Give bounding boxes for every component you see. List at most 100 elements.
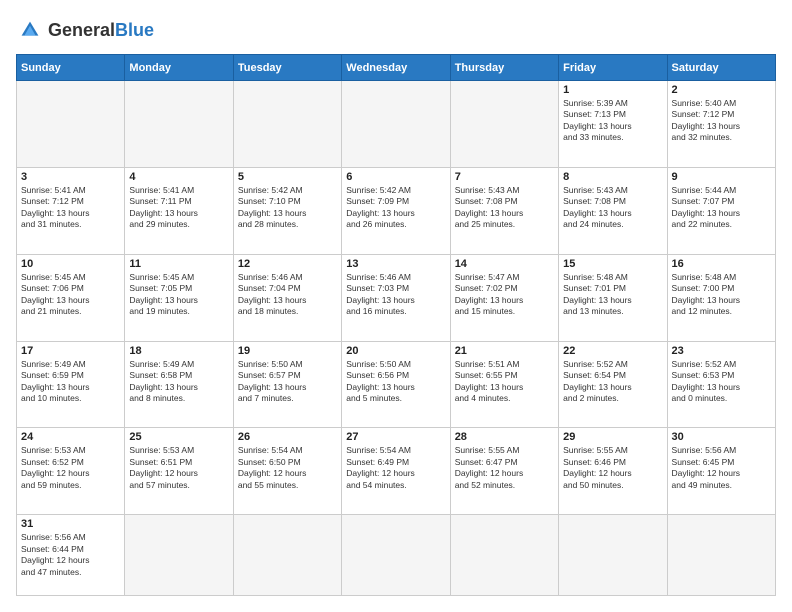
- week-row-5: 24 Sunrise: 5:53 AM Sunset: 6:52 PM Dayli…: [17, 428, 776, 515]
- calendar-cell: [125, 515, 233, 596]
- sun-info: Sunrise: 5:52 AM Sunset: 6:53 PM Dayligh…: [672, 359, 771, 405]
- generalblue-icon: [16, 16, 44, 44]
- day-number: 10: [21, 258, 120, 270]
- calendar-cell: 14Sunrise: 5:47 AM Sunset: 7:02 PM Dayli…: [450, 254, 558, 341]
- weekday-header-monday: Monday: [125, 55, 233, 81]
- calendar-cell: 21 Sunrise: 5:51 AM Sunset: 6:55 PM Dayli…: [450, 341, 558, 428]
- weekday-header-saturday: Saturday: [667, 55, 775, 81]
- sun-info: Sunrise: 5:56 AM Sunset: 6:45 PM Dayligh…: [672, 445, 771, 491]
- sun-info: Sunrise: 5:46 AM Sunset: 7:03 PM Dayligh…: [346, 272, 445, 318]
- sun-info: Sunrise: 5:55 AM Sunset: 6:47 PM Dayligh…: [455, 445, 554, 491]
- calendar-cell: [233, 81, 341, 168]
- sun-info: Sunrise: 5:45 AM Sunset: 7:05 PM Dayligh…: [129, 272, 228, 318]
- day-number: 20: [346, 345, 445, 357]
- day-number: 16: [672, 258, 771, 270]
- calendar-cell: [559, 515, 667, 596]
- calendar-cell: 24 Sunrise: 5:53 AM Sunset: 6:52 PM Dayli…: [17, 428, 125, 515]
- calendar-cell: 29 Sunrise: 5:55 AM Sunset: 6:46 PM Dayli…: [559, 428, 667, 515]
- calendar-cell: 8Sunrise: 5:43 AM Sunset: 7:08 PM Daylig…: [559, 167, 667, 254]
- sun-info: Sunrise: 5:56 AM Sunset: 6:44 PM Dayligh…: [21, 532, 120, 578]
- day-number: 12: [238, 258, 337, 270]
- calendar-cell: 7 Sunrise: 5:43 AM Sunset: 7:08 PM Daylig…: [450, 167, 558, 254]
- day-number: 11: [129, 258, 228, 270]
- day-number: 5: [238, 171, 337, 183]
- day-number: 17: [21, 345, 120, 357]
- day-number: 26: [238, 431, 337, 443]
- calendar-cell: 15 Sunrise: 5:48 AM Sunset: 7:01 PM Dayli…: [559, 254, 667, 341]
- calendar-cell: 30 Sunrise: 5:56 AM Sunset: 6:45 PM Dayli…: [667, 428, 775, 515]
- day-number: 22: [563, 345, 662, 357]
- calendar-cell: 16Sunrise: 5:48 AM Sunset: 7:00 PM Dayli…: [667, 254, 775, 341]
- calendar-cell: 6Sunrise: 5:42 AM Sunset: 7:09 PM Daylig…: [342, 167, 450, 254]
- logo: GeneralBlue: [16, 16, 154, 44]
- calendar-cell: 31 Sunrise: 5:56 AM Sunset: 6:44 PM Dayli…: [17, 515, 125, 596]
- sun-info: Sunrise: 5:48 AM Sunset: 7:01 PM Dayligh…: [563, 272, 662, 318]
- calendar-cell: [233, 515, 341, 596]
- sun-info: Sunrise: 5:43 AM Sunset: 7:08 PM Dayligh…: [455, 185, 554, 231]
- sun-info: Sunrise: 5:41 AM Sunset: 7:11 PM Dayligh…: [129, 185, 228, 231]
- calendar-cell: 12 Sunrise: 5:46 AM Sunset: 7:04 PM Dayli…: [233, 254, 341, 341]
- sun-info: Sunrise: 5:41 AM Sunset: 7:12 PM Dayligh…: [21, 185, 120, 231]
- header: GeneralBlue: [16, 16, 776, 44]
- sun-info: Sunrise: 5:54 AM Sunset: 6:50 PM Dayligh…: [238, 445, 337, 491]
- calendar-cell: 27Sunrise: 5:54 AM Sunset: 6:49 PM Dayli…: [342, 428, 450, 515]
- day-number: 2: [672, 84, 771, 96]
- calendar-cell: [667, 515, 775, 596]
- day-number: 30: [672, 431, 771, 443]
- day-number: 18: [129, 345, 228, 357]
- day-number: 23: [672, 345, 771, 357]
- sun-info: Sunrise: 5:51 AM Sunset: 6:55 PM Dayligh…: [455, 359, 554, 405]
- week-row-4: 17 Sunrise: 5:49 AM Sunset: 6:59 PM Dayli…: [17, 341, 776, 428]
- weekday-header-wednesday: Wednesday: [342, 55, 450, 81]
- page: GeneralBlue SundayMondayTuesdayWednesday…: [0, 0, 792, 612]
- day-number: 31: [21, 518, 120, 530]
- calendar-cell: 22 Sunrise: 5:52 AM Sunset: 6:54 PM Dayli…: [559, 341, 667, 428]
- sun-info: Sunrise: 5:40 AM Sunset: 7:12 PM Dayligh…: [672, 98, 771, 144]
- day-number: 7: [455, 171, 554, 183]
- sun-info: Sunrise: 5:39 AM Sunset: 7:13 PM Dayligh…: [563, 98, 662, 144]
- calendar-cell: 26 Sunrise: 5:54 AM Sunset: 6:50 PM Dayli…: [233, 428, 341, 515]
- sun-info: Sunrise: 5:50 AM Sunset: 6:57 PM Dayligh…: [238, 359, 337, 405]
- sun-info: Sunrise: 5:53 AM Sunset: 6:52 PM Dayligh…: [21, 445, 120, 491]
- calendar-cell: 18 Sunrise: 5:49 AM Sunset: 6:58 PM Dayli…: [125, 341, 233, 428]
- day-number: 29: [563, 431, 662, 443]
- week-row-3: 10Sunrise: 5:45 AM Sunset: 7:06 PM Dayli…: [17, 254, 776, 341]
- calendar-table: SundayMondayTuesdayWednesdayThursdayFrid…: [16, 54, 776, 596]
- day-number: 25: [129, 431, 228, 443]
- sun-info: Sunrise: 5:54 AM Sunset: 6:49 PM Dayligh…: [346, 445, 445, 491]
- sun-info: Sunrise: 5:46 AM Sunset: 7:04 PM Dayligh…: [238, 272, 337, 318]
- logo-text: GeneralBlue: [48, 20, 154, 41]
- sun-info: Sunrise: 5:55 AM Sunset: 6:46 PM Dayligh…: [563, 445, 662, 491]
- day-number: 14: [455, 258, 554, 270]
- day-number: 19: [238, 345, 337, 357]
- day-number: 24: [21, 431, 120, 443]
- day-number: 21: [455, 345, 554, 357]
- weekday-header-thursday: Thursday: [450, 55, 558, 81]
- calendar-cell: 20 Sunrise: 5:50 AM Sunset: 6:56 PM Dayli…: [342, 341, 450, 428]
- day-number: 4: [129, 171, 228, 183]
- day-number: 15: [563, 258, 662, 270]
- day-number: 9: [672, 171, 771, 183]
- sun-info: Sunrise: 5:50 AM Sunset: 6:56 PM Dayligh…: [346, 359, 445, 405]
- calendar-cell: [450, 515, 558, 596]
- calendar-cell: 2 Sunrise: 5:40 AM Sunset: 7:12 PM Daylig…: [667, 81, 775, 168]
- calendar-cell: 13 Sunrise: 5:46 AM Sunset: 7:03 PM Dayli…: [342, 254, 450, 341]
- calendar-cell: 1Sunrise: 5:39 AM Sunset: 7:13 PM Daylig…: [559, 81, 667, 168]
- day-number: 8: [563, 171, 662, 183]
- week-row-1: 1Sunrise: 5:39 AM Sunset: 7:13 PM Daylig…: [17, 81, 776, 168]
- day-number: 13: [346, 258, 445, 270]
- day-number: 28: [455, 431, 554, 443]
- sun-info: Sunrise: 5:49 AM Sunset: 6:59 PM Dayligh…: [21, 359, 120, 405]
- week-row-2: 3Sunrise: 5:41 AM Sunset: 7:12 PM Daylig…: [17, 167, 776, 254]
- calendar-cell: 11 Sunrise: 5:45 AM Sunset: 7:05 PM Dayli…: [125, 254, 233, 341]
- calendar-cell: 4 Sunrise: 5:41 AM Sunset: 7:11 PM Daylig…: [125, 167, 233, 254]
- calendar-cell: 3Sunrise: 5:41 AM Sunset: 7:12 PM Daylig…: [17, 167, 125, 254]
- sun-info: Sunrise: 5:49 AM Sunset: 6:58 PM Dayligh…: [129, 359, 228, 405]
- calendar-cell: 17 Sunrise: 5:49 AM Sunset: 6:59 PM Dayli…: [17, 341, 125, 428]
- calendar-cell: 19 Sunrise: 5:50 AM Sunset: 6:57 PM Dayli…: [233, 341, 341, 428]
- weekday-header-row: SundayMondayTuesdayWednesdayThursdayFrid…: [17, 55, 776, 81]
- day-number: 6: [346, 171, 445, 183]
- calendar-cell: 23 Sunrise: 5:52 AM Sunset: 6:53 PM Dayli…: [667, 341, 775, 428]
- sun-info: Sunrise: 5:52 AM Sunset: 6:54 PM Dayligh…: [563, 359, 662, 405]
- calendar-cell: [450, 81, 558, 168]
